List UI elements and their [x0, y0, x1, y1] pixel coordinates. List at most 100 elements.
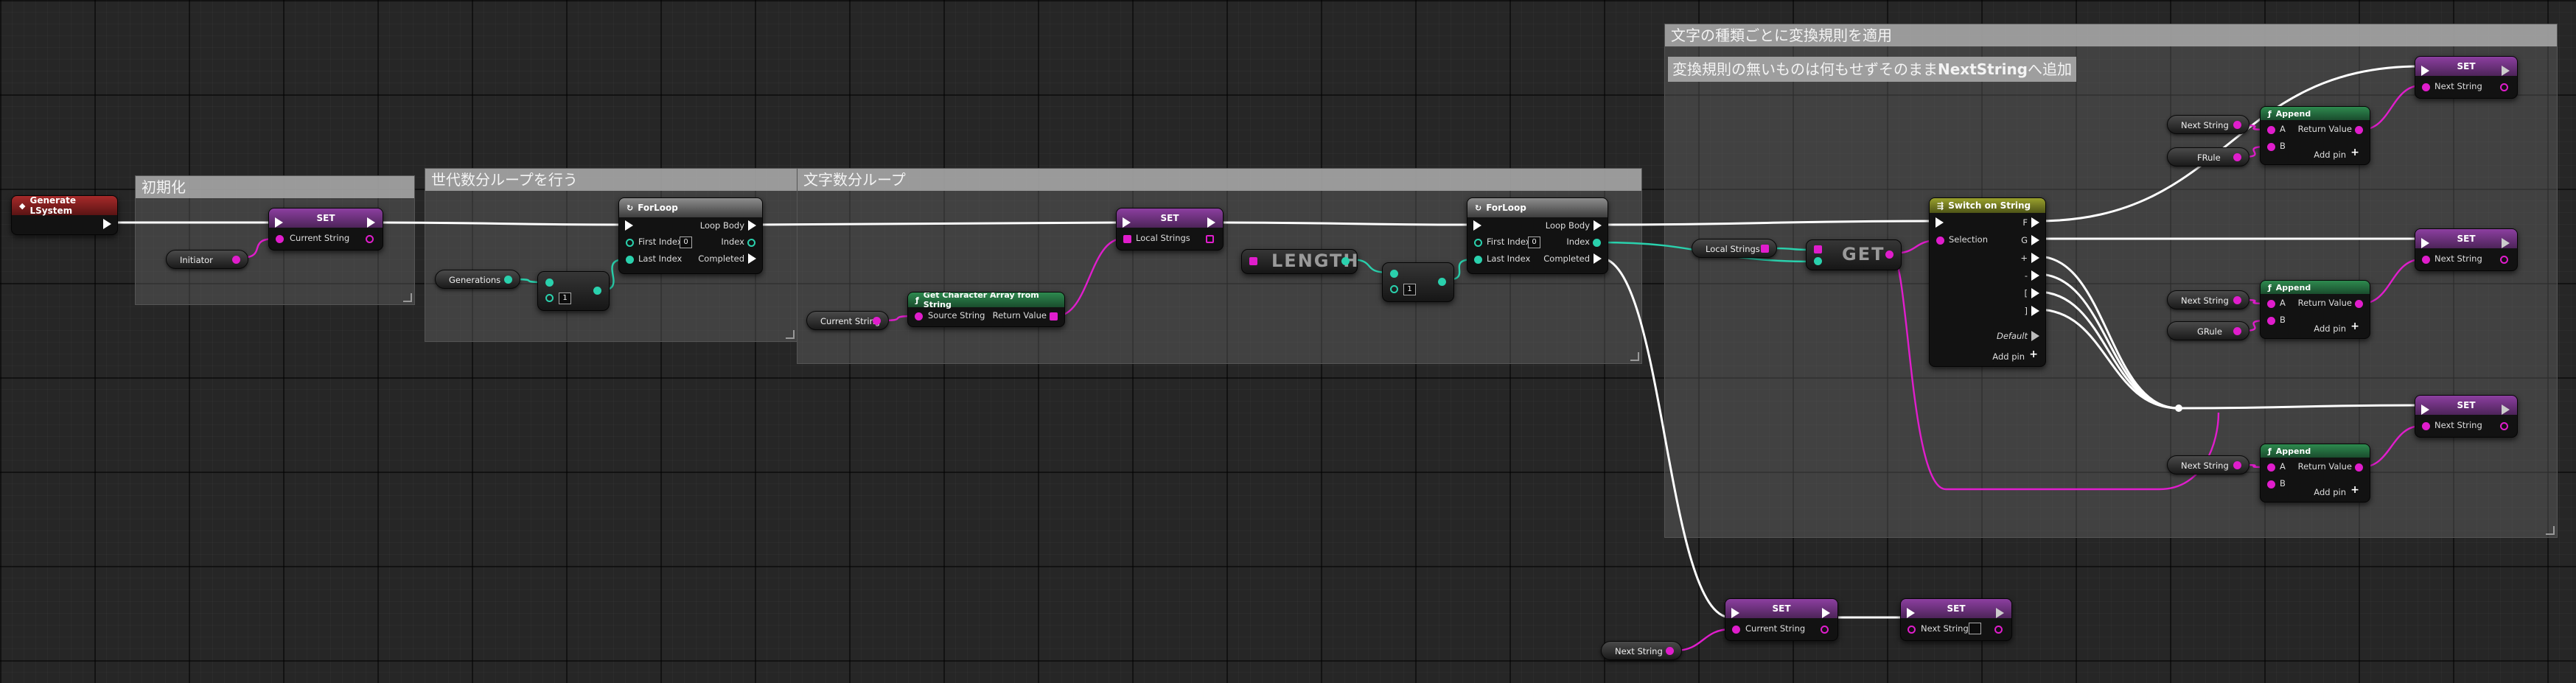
- resize-handle[interactable]: [786, 330, 795, 339]
- set-next-string-node-3[interactable]: SET Next String: [2415, 395, 2518, 438]
- exec-out-pin[interactable]: [1207, 217, 1215, 228]
- exec-in-pin[interactable]: [275, 217, 283, 228]
- string-in-pin[interactable]: [2267, 463, 2275, 472]
- int-literal[interactable]: 0: [1528, 237, 1540, 248]
- reroute-knot[interactable]: [2175, 404, 2182, 412]
- string-out-pin[interactable]: [2355, 463, 2363, 472]
- set-next-string-node-1[interactable]: SET Next String: [2415, 56, 2518, 99]
- string-in-pin[interactable]: [915, 312, 923, 321]
- string-out-pin[interactable]: [2233, 461, 2241, 469]
- subtract-node-1[interactable]: 1: [537, 271, 610, 311]
- exec-out-pin[interactable]: [1594, 220, 1602, 231]
- int-out-pin[interactable]: [747, 239, 755, 247]
- initiator-variable[interactable]: Initiator: [166, 250, 248, 269]
- array-out-pin[interactable]: [1050, 312, 1058, 321]
- int-out-pin[interactable]: [504, 276, 512, 284]
- set-next-string-node-4[interactable]: SET Next String: [1900, 598, 2012, 641]
- case-open-bracket-exec-pin[interactable]: [2031, 288, 2039, 298]
- string-in-pin[interactable]: [1936, 237, 1944, 245]
- string-out-pin[interactable]: [2500, 422, 2508, 430]
- case-g-exec-pin[interactable]: [2031, 235, 2039, 245]
- exec-out-pin[interactable]: [748, 220, 756, 231]
- next-string-variable-1[interactable]: Next String: [2167, 115, 2249, 134]
- int-in-pin[interactable]: [1474, 256, 1482, 264]
- string-out-pin[interactable]: [2233, 327, 2241, 335]
- next-string-variable-2[interactable]: Next String: [2167, 290, 2249, 309]
- string-in-pin[interactable]: [2267, 143, 2275, 151]
- array-in-pin[interactable]: [1814, 245, 1822, 253]
- length-node[interactable]: LENGTH: [1241, 249, 1358, 274]
- event-generate-lsystem[interactable]: ◆ Generate LSystem: [11, 195, 118, 235]
- forloop-generations-node[interactable]: ↻ ForLoop Loop Body First Index 0 Index L…: [618, 197, 763, 274]
- add-pin-icon[interactable]: +: [2350, 484, 2359, 496]
- int-in-pin[interactable]: [626, 239, 634, 247]
- array-in-pin[interactable]: [1123, 235, 1131, 243]
- string-out-pin[interactable]: [366, 235, 374, 243]
- string-literal-box[interactable]: [1969, 623, 1981, 634]
- string-in-pin[interactable]: [276, 235, 284, 243]
- exec-in-pin[interactable]: [1936, 217, 1944, 228]
- exec-out-pin[interactable]: [103, 219, 111, 229]
- int-in-pin[interactable]: [1390, 270, 1398, 278]
- string-in-pin[interactable]: [1732, 626, 1740, 634]
- next-string-variable-4[interactable]: Next String: [1601, 641, 1682, 660]
- append-node-3[interactable]: ƒ Append A Return Value B Add pin +: [2260, 444, 2370, 502]
- string-out-pin[interactable]: [1885, 251, 1893, 259]
- generations-variable[interactable]: Generations: [435, 270, 520, 289]
- grule-variable[interactable]: GRule: [2167, 321, 2249, 340]
- exec-out-pin[interactable]: [2502, 66, 2510, 76]
- int-in-pin[interactable]: [1814, 257, 1822, 265]
- string-out-pin[interactable]: [1821, 626, 1829, 634]
- subtract-node-2[interactable]: 1: [1382, 262, 1454, 302]
- append-node-2[interactable]: ƒ Append A Return Value B Add pin +: [2260, 280, 2370, 339]
- switch-on-string-node[interactable]: ⇶ Switch on String Selection F G + - [ ] …: [1929, 197, 2046, 367]
- array-get-node[interactable]: GET: [1806, 239, 1902, 270]
- string-in-pin[interactable]: [1907, 626, 1916, 634]
- exec-out-pin[interactable]: [1996, 608, 2004, 618]
- string-out-pin[interactable]: [232, 256, 240, 264]
- string-out-pin[interactable]: [2233, 153, 2241, 161]
- int-out-pin[interactable]: [1341, 257, 1350, 265]
- exec-in-pin[interactable]: [2421, 238, 2429, 248]
- case-minus-exec-pin[interactable]: [2031, 270, 2039, 281]
- case-f-exec-pin[interactable]: [2031, 217, 2039, 228]
- string-out-pin[interactable]: [2233, 121, 2241, 129]
- exec-out-pin[interactable]: [748, 253, 756, 264]
- local-strings-variable[interactable]: Local Strings: [1692, 239, 1777, 258]
- string-wire[interactable]: [1674, 628, 1732, 652]
- exec-out-pin[interactable]: [1594, 253, 1602, 264]
- exec-in-pin[interactable]: [1473, 220, 1481, 231]
- get-character-array-node[interactable]: ƒ Get Character Array from String Source …: [907, 292, 1065, 327]
- exec-in-pin[interactable]: [2421, 66, 2429, 76]
- default-exec-pin[interactable]: [2031, 331, 2039, 341]
- string-out-pin[interactable]: [2355, 126, 2363, 134]
- string-out-pin[interactable]: [873, 317, 881, 325]
- string-in-pin[interactable]: [2422, 422, 2430, 430]
- exec-out-pin[interactable]: [367, 217, 375, 228]
- array-in-pin[interactable]: [1249, 257, 1257, 265]
- forloop-characters-node[interactable]: ↻ ForLoop Loop Body First Index 0 Index L…: [1467, 197, 1608, 274]
- string-out-pin[interactable]: [2233, 296, 2241, 304]
- int-in-pin[interactable]: [1390, 285, 1398, 293]
- int-literal[interactable]: 1: [559, 293, 571, 304]
- string-out-pin[interactable]: [1994, 626, 2003, 634]
- exec-out-pin[interactable]: [1822, 608, 1830, 618]
- exec-out-pin[interactable]: [2502, 404, 2510, 415]
- int-in-pin[interactable]: [1474, 239, 1482, 247]
- string-in-pin[interactable]: [2267, 126, 2275, 134]
- case-plus-exec-pin[interactable]: [2031, 253, 2039, 263]
- case-close-bracket-exec-pin[interactable]: [2031, 306, 2039, 316]
- array-out-pin[interactable]: [1761, 245, 1769, 253]
- comment-apply-rules[interactable]: 文字の種類ごとに変換規則を適用 変換規則の無いものは何もせずそのままNextSt…: [1664, 24, 2558, 538]
- int-out-pin[interactable]: [593, 287, 601, 295]
- string-out-pin[interactable]: [2500, 256, 2508, 264]
- resize-handle[interactable]: [1630, 352, 1639, 361]
- exec-in-pin[interactable]: [1123, 217, 1131, 228]
- set-current-string-node-2[interactable]: SET Current String: [1725, 598, 1838, 641]
- add-pin-icon[interactable]: +: [2029, 348, 2038, 360]
- int-in-pin[interactable]: [545, 294, 554, 302]
- exec-in-pin[interactable]: [625, 220, 633, 231]
- resize-handle[interactable]: [2546, 526, 2555, 535]
- add-pin-icon[interactable]: +: [2350, 147, 2359, 158]
- set-current-string-node[interactable]: SET Current String: [268, 208, 383, 251]
